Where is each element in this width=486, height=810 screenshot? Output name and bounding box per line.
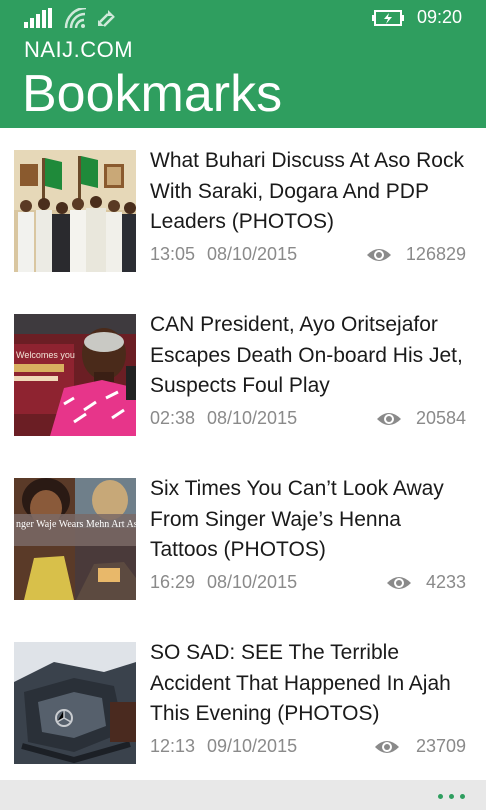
thumbnail-caption-text: nger Waje Wears Mehn Art As A Pro — [16, 519, 136, 530]
header: 09:20 NAIJ.COM Bookmarks — [0, 0, 486, 128]
thumbnail-sign-text: Welcomes you — [16, 350, 75, 360]
list-item[interactable]: What Buhari Discuss At Aso Rock With Sar… — [0, 128, 486, 278]
status-time: 09:20 — [416, 7, 462, 27]
more-dot — [449, 794, 454, 799]
list-item[interactable]: Welcomes you CAN President, Ayo Oritseja… — [0, 292, 486, 442]
status-bar: 09:20 — [0, 0, 486, 34]
wifi-icon — [64, 8, 87, 28]
app-name: NAIJ.COM — [24, 37, 134, 62]
article-meta: 13:05 08/10/2015 126829 — [150, 244, 466, 268]
list-item[interactable]: nger Waje Wears Mehn Art As A Pro Six Ti… — [0, 456, 486, 606]
article-headline[interactable]: What Buhari Discuss At Aso Rock With Sar… — [150, 146, 470, 238]
eye-icon — [375, 741, 399, 753]
eye-icon — [367, 249, 391, 261]
page-title: Bookmarks — [22, 65, 283, 123]
article-views: 126829 — [405, 244, 466, 264]
article-meta: 16:29 08/10/2015 4233 — [150, 572, 466, 596]
eye-icon — [387, 577, 411, 589]
battery-charging-icon — [372, 10, 404, 26]
car-accident-thumbnail — [14, 642, 136, 764]
article-views: 20584 — [415, 408, 466, 428]
article-time: 12:13 — [150, 736, 196, 756]
more-dot — [460, 794, 465, 799]
article-meta: 02:38 08/10/2015 20584 — [150, 408, 466, 432]
article-date: 09/10/2015 — [207, 736, 298, 756]
article-meta: 12:13 09/10/2015 23709 — [150, 736, 466, 760]
article-headline[interactable]: Six Times You Can’t Look Away From Singe… — [150, 474, 470, 566]
eye-icon — [377, 413, 401, 425]
article-time: 02:38 — [150, 408, 196, 428]
article-date: 08/10/2015 — [207, 244, 298, 264]
article-views: 23709 — [415, 736, 466, 756]
article-headline[interactable]: CAN President, Ayo Oritsejafor Escapes D… — [150, 310, 470, 402]
more-dot — [438, 794, 443, 799]
singer-collage-thumbnail: nger Waje Wears Mehn Art As A Pro — [14, 478, 136, 600]
article-views: 4233 — [425, 572, 466, 592]
article-time: 13:05 — [150, 244, 196, 264]
list-item[interactable]: SO SAD: SEE The Terrible Accident That H… — [0, 620, 486, 770]
leaders-group-thumbnail — [14, 150, 136, 272]
article-time: 16:29 — [150, 572, 196, 592]
app-bar — [0, 780, 486, 810]
data-sync-icon — [98, 10, 115, 27]
article-date: 08/10/2015 — [207, 572, 298, 592]
pastor-portrait-thumbnail: Welcomes you — [14, 314, 136, 436]
more-dots-icon[interactable] — [432, 784, 472, 806]
article-date: 08/10/2015 — [207, 408, 298, 428]
article-headline[interactable]: SO SAD: SEE The Terrible Accident That H… — [150, 638, 470, 730]
signal-strength-icon — [24, 8, 52, 28]
